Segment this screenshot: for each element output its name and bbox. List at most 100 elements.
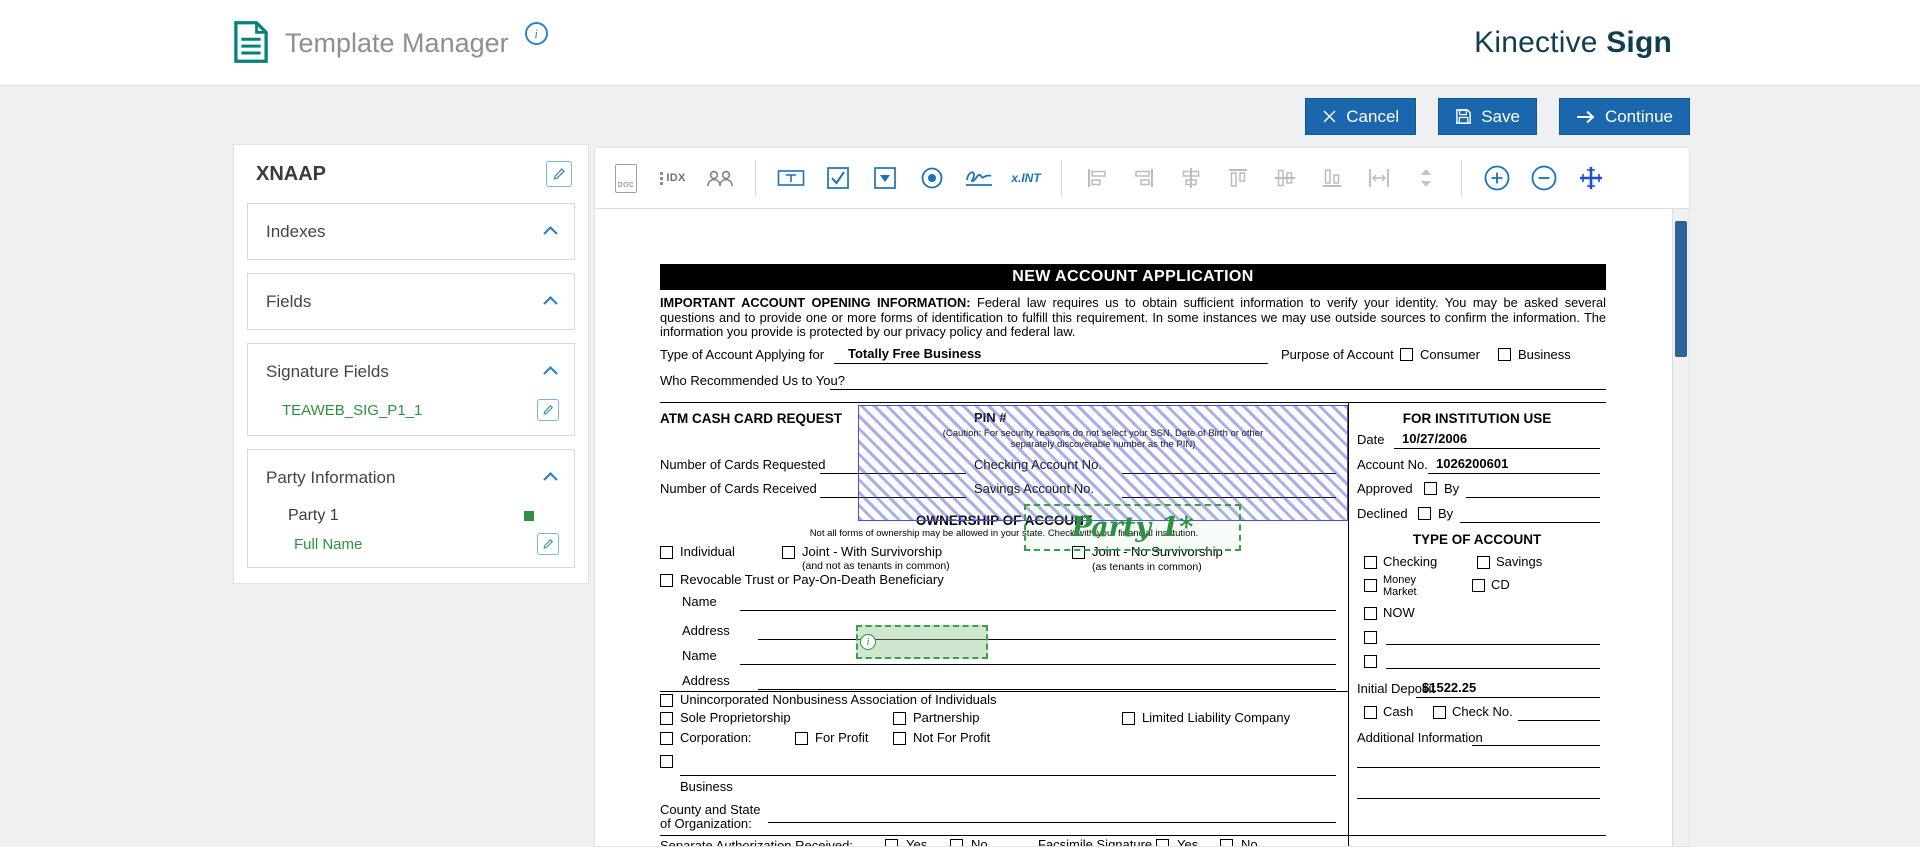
nudge-spinner-icon[interactable]	[1409, 158, 1443, 198]
dropdown-tool-icon[interactable]	[868, 158, 902, 198]
align-middle-icon[interactable]	[1268, 158, 1302, 198]
document-view-icon[interactable]: DOC	[609, 158, 643, 198]
parties-icon[interactable]	[703, 158, 737, 198]
align-right-icon[interactable]	[1127, 158, 1161, 198]
form-label: Sole Proprietorship	[680, 711, 791, 726]
scrollbar-thumb[interactable]	[1675, 221, 1687, 357]
edit-party-field-button[interactable]	[537, 533, 559, 555]
toolbar-separator	[1461, 160, 1462, 196]
form-label: Savings	[1496, 555, 1542, 570]
editor-toolbar: DOC IDX x.INT	[595, 148, 1689, 209]
rule-line	[1466, 497, 1600, 498]
radio-tool-icon[interactable]	[915, 158, 949, 198]
full-name-field-overlay[interactable]: i	[856, 625, 988, 659]
ownership-note: Not all forms of ownership may be allowe…	[660, 528, 1348, 539]
form-checkbox	[1220, 839, 1233, 846]
zoom-out-icon[interactable]	[1527, 158, 1561, 198]
form-checkbox	[1364, 655, 1377, 668]
chevron-up-icon	[542, 223, 559, 241]
rule-line	[1472, 745, 1600, 746]
form-label: Business	[1518, 348, 1571, 363]
section-signature-fields-header[interactable]: Signature Fields	[248, 344, 574, 399]
rule-line	[680, 775, 1336, 776]
form-value: 10/27/2006	[1402, 432, 1467, 447]
form-label: By	[1444, 482, 1459, 497]
rule-line	[740, 664, 1336, 665]
section-title: FOR INSTITUTION USE	[1348, 411, 1606, 427]
form-label: Check No.	[1452, 705, 1513, 720]
toolbar-separator	[1061, 160, 1062, 196]
checkbox-tool-icon[interactable]	[821, 158, 855, 198]
form-label: Joint - With Survivorship	[802, 545, 942, 560]
form-label: No	[971, 838, 988, 846]
rule-line	[1518, 720, 1600, 721]
align-center-icon[interactable]	[1174, 158, 1208, 198]
initials-tool-icon[interactable]: x.INT	[1009, 158, 1043, 198]
section-party-information-header[interactable]: Party Information	[248, 450, 574, 505]
form-label: Type of Account Applying for	[660, 348, 824, 363]
edit-signature-field-button[interactable]	[537, 399, 559, 421]
party-status-indicator	[524, 511, 534, 521]
cancel-button[interactable]: Cancel	[1305, 98, 1416, 135]
align-left-icon[interactable]	[1080, 158, 1114, 198]
align-top-icon[interactable]	[1221, 158, 1255, 198]
section-fields: Fields	[247, 273, 575, 330]
signature-tool-icon[interactable]	[962, 158, 996, 198]
rule-line	[768, 822, 1336, 823]
form-checkbox	[1498, 348, 1511, 361]
text-field-tool-icon[interactable]	[774, 158, 808, 198]
zoom-in-icon[interactable]	[1480, 158, 1514, 198]
info-icon[interactable]: i	[525, 22, 548, 45]
form-checkbox	[885, 839, 898, 846]
save-button[interactable]: Save	[1438, 98, 1537, 135]
continue-button[interactable]: Continue	[1559, 98, 1690, 135]
edit-template-button[interactable]	[546, 161, 572, 187]
rule-line	[830, 389, 1606, 390]
section-signature-fields: Signature Fields TEAWEB_SIG_P1_1	[247, 343, 575, 436]
party-name-overlay[interactable]: Party 1*	[1024, 504, 1241, 551]
document-viewer[interactable]: NEW ACCOUNT APPLICATION IMPORTANT ACCOUN…	[595, 209, 1689, 846]
form-label: Not For Profit	[913, 731, 990, 746]
form-label: Yes	[906, 838, 927, 846]
form-label: Purpose of Account	[1281, 348, 1394, 363]
form-checkbox	[660, 574, 673, 587]
form-checkbox	[660, 755, 673, 768]
section-title: ATM CASH CARD REQUEST	[660, 411, 842, 427]
chevron-up-icon	[542, 363, 559, 381]
index-view-icon[interactable]: IDX	[656, 158, 690, 198]
form-checkbox	[795, 732, 808, 745]
form-label: Account No.	[1357, 458, 1428, 473]
form-label: NOW	[1383, 606, 1415, 621]
chevron-up-icon	[542, 469, 559, 487]
form-checkbox	[660, 732, 673, 745]
form-label: Additional Information	[1357, 731, 1483, 746]
form-label: Yes	[1177, 838, 1198, 846]
viewer-scrollbar[interactable]	[1672, 209, 1689, 846]
section-fields-header[interactable]: Fields	[248, 274, 574, 329]
section-indexes: Indexes	[247, 203, 575, 260]
form-label: Address	[682, 624, 730, 639]
form-checkbox	[660, 694, 673, 707]
form-checkbox	[660, 546, 673, 559]
party-item[interactable]: Party 1	[248, 505, 574, 533]
template-name: XNAAP	[256, 163, 326, 186]
rule-line	[758, 689, 1336, 690]
form-label: Name	[682, 595, 717, 610]
rule-line	[1357, 767, 1600, 768]
column-divider	[1348, 402, 1349, 846]
match-size-icon[interactable]	[1362, 158, 1396, 198]
form-label: MoneyMarket	[1383, 575, 1417, 598]
form-label: Unincorporated Nonbusiness Association o…	[680, 693, 997, 708]
rule-line	[1416, 697, 1600, 698]
party-field-full-name[interactable]: Full Name	[248, 533, 574, 567]
toolbar-separator	[755, 160, 756, 196]
center-fields-icon[interactable]	[1574, 158, 1608, 198]
section-indexes-header[interactable]: Indexes	[248, 204, 574, 259]
document-page: NEW ACCOUNT APPLICATION IMPORTANT ACCOUN…	[660, 264, 1606, 846]
align-bottom-icon[interactable]	[1315, 158, 1349, 198]
form-intro: IMPORTANT ACCOUNT OPENING INFORMATION: F…	[660, 296, 1606, 340]
form-label: CD	[1491, 578, 1510, 593]
form-label: Number of Cards Requested	[660, 458, 825, 473]
form-checkbox	[1418, 507, 1431, 520]
signature-field-item[interactable]: TEAWEB_SIG_P1_1	[248, 399, 574, 435]
